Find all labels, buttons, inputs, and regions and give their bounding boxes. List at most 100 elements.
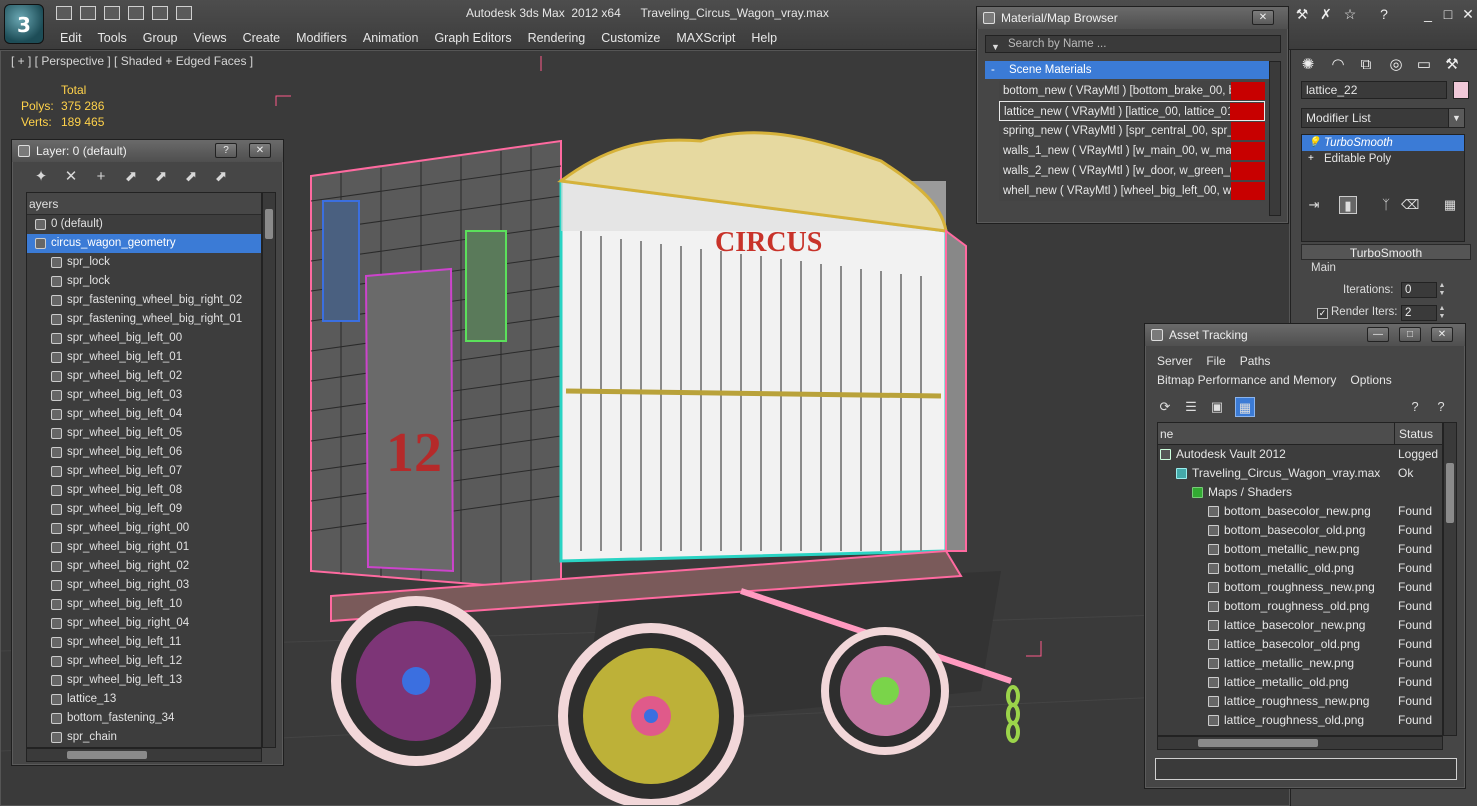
- remove-modifier-icon[interactable]: ⌫: [1401, 196, 1419, 214]
- configure-sets-icon[interactable]: ▦: [1441, 196, 1459, 214]
- asset-menu-options[interactable]: Options: [1350, 373, 1391, 387]
- asset-status-field[interactable]: [1155, 758, 1457, 780]
- make-unique-icon[interactable]: ᛉ: [1377, 196, 1395, 214]
- layer-row[interactable]: 0 (default): [27, 215, 261, 234]
- material-row[interactable]: whell_new ( VRayMtl ) [wheel_big_left_00…: [999, 181, 1265, 201]
- asset-vertical-scrollbar[interactable]: [1443, 422, 1457, 736]
- lightbulb-icon[interactable]: 💡: [1308, 137, 1320, 149]
- delete-layer-icon[interactable]: ✕: [62, 168, 80, 186]
- asset-row[interactable]: lattice_metallic_new.png Found: [1158, 654, 1442, 673]
- refresh-icon[interactable]: ⟳: [1155, 397, 1175, 417]
- layer-row[interactable]: spr_wheel_big_left_05: [27, 424, 261, 443]
- layer-row[interactable]: spr_wheel_big_left_00: [27, 329, 261, 348]
- menu-animation[interactable]: Animation: [355, 30, 427, 46]
- layer-row[interactable]: spr_wheel_big_left_04: [27, 405, 261, 424]
- layer-row[interactable]: spr_wheel_big_left_02: [27, 367, 261, 386]
- layer-row[interactable]: spr_wheel_big_left_11: [27, 633, 261, 652]
- utilities-tab-icon[interactable]: ⚒: [1441, 54, 1463, 76]
- layer-row[interactable]: spr_wheel_big_left_10: [27, 595, 261, 614]
- menu-customize[interactable]: Customize: [593, 30, 668, 46]
- chevron-down-icon[interactable]: ▼: [1448, 109, 1464, 127]
- layer-row[interactable]: spr_wheel_big_right_02: [27, 557, 261, 576]
- object-name-field[interactable]: lattice_22: [1301, 81, 1447, 99]
- highlight-layer-icon[interactable]: ⬈: [152, 168, 170, 186]
- material-row[interactable]: bottom_new ( VRayMtl ) [bottom_brake_00,…: [999, 81, 1265, 101]
- help-icon[interactable]: ?: [1376, 6, 1392, 22]
- asset-row[interactable]: bottom_roughness_old.png Found: [1158, 597, 1442, 616]
- asset-close-button[interactable]: ✕: [1431, 327, 1453, 342]
- iterations-spinner-arrows[interactable]: ▲ ▼: [1437, 282, 1447, 298]
- asset-row[interactable]: bottom_metallic_new.png Found: [1158, 540, 1442, 559]
- layer-row[interactable]: spr_wheel_big_left_07: [27, 462, 261, 481]
- save-file-icon[interactable]: [80, 6, 96, 20]
- modifier-stack-item[interactable]: 💡 TurboSmooth: [1302, 135, 1464, 151]
- asset-row[interactable]: lattice_metallic_old.png Found: [1158, 673, 1442, 692]
- layer-column-header[interactable]: ayers: [27, 193, 261, 215]
- collapse-icon[interactable]: -: [991, 61, 995, 79]
- material-browser-close-button[interactable]: ✕: [1252, 10, 1274, 25]
- layer-row[interactable]: spr_wheel_big_left_03: [27, 386, 261, 405]
- menu-rendering[interactable]: Rendering: [520, 30, 594, 46]
- display-tab-icon[interactable]: ▭: [1413, 54, 1435, 76]
- column-name-header[interactable]: ne: [1160, 423, 1173, 445]
- layer-row[interactable]: spr_fastening_wheel_big_right_02: [27, 291, 261, 310]
- menu-modifiers[interactable]: Modifiers: [288, 30, 355, 46]
- undo-icon[interactable]: [104, 6, 120, 20]
- app-logo[interactable]: 3: [4, 4, 44, 44]
- asset-tracking-title-bar[interactable]: Asset Tracking — □ ✕: [1145, 324, 1465, 346]
- minimize-icon[interactable]: _: [1420, 6, 1436, 22]
- layer-row[interactable]: spr_wheel_big_right_04: [27, 614, 261, 633]
- asset-row[interactable]: lattice_basecolor_new.png Found: [1158, 616, 1442, 635]
- layer-row[interactable]: spr_fastening_wheel_big_right_01: [27, 310, 261, 329]
- layer-row[interactable]: spr_wheel_big_right_01: [27, 538, 261, 557]
- pin-stack-icon[interactable]: ⇥: [1305, 196, 1323, 214]
- menu-help[interactable]: Help: [743, 30, 785, 46]
- create-tab-icon[interactable]: ✺: [1297, 54, 1319, 76]
- menu-tools[interactable]: Tools: [90, 30, 135, 46]
- layer-row[interactable]: spr_lock: [27, 272, 261, 291]
- layer-horizontal-scrollbar[interactable]: [26, 748, 262, 762]
- render-iters-spinner[interactable]: 2: [1401, 305, 1437, 321]
- turbosmooth-rollout-title[interactable]: TurboSmooth: [1301, 244, 1471, 260]
- layer-row[interactable]: spr_wheel_big_left_12: [27, 652, 261, 671]
- layer-row[interactable]: spr_wheel_big_left_08: [27, 481, 261, 500]
- layer-row[interactable]: spr_wheel_big_left_06: [27, 443, 261, 462]
- asset-horizontal-scrollbar[interactable]: [1157, 736, 1443, 750]
- layer-row[interactable]: spr_wheel_big_right_03: [27, 576, 261, 595]
- asset-menu-server[interactable]: Server: [1157, 354, 1192, 368]
- asset-row[interactable]: bottom_roughness_new.png Found: [1158, 578, 1442, 597]
- help-icon[interactable]: ?: [1405, 397, 1425, 417]
- asset-row[interactable]: bottom_basecolor_old.png Found: [1158, 521, 1442, 540]
- restore-icon[interactable]: □: [1440, 6, 1456, 22]
- asset-row[interactable]: lattice_roughness_new.png Found: [1158, 692, 1442, 711]
- asset-row[interactable]: Autodesk Vault 2012 Logged C: [1158, 445, 1442, 464]
- layer-help-button[interactable]: ?: [215, 143, 237, 158]
- open-file-icon[interactable]: [56, 6, 72, 20]
- hierarchy-tab-icon[interactable]: ⧉: [1355, 54, 1377, 76]
- menu-group[interactable]: Group: [135, 30, 186, 46]
- modifier-stack-item[interactable]: + Editable Poly: [1302, 151, 1464, 167]
- asset-row[interactable]: lattice_basecolor_old.png Found: [1158, 635, 1442, 654]
- layer-row[interactable]: spr_wheel_big_right_00: [27, 519, 261, 538]
- iterations-spinner[interactable]: 0: [1401, 282, 1437, 298]
- layer-row[interactable]: spr_lock: [27, 253, 261, 272]
- create-layer-icon[interactable]: ✦: [32, 168, 50, 186]
- menu-graph-editors[interactable]: Graph Editors: [426, 30, 519, 46]
- layer-row[interactable]: spr_wheel_big_left_09: [27, 500, 261, 519]
- asset-row[interactable]: Maps / Shaders: [1158, 483, 1442, 502]
- search-options-chevron-down-icon[interactable]: ▼: [991, 39, 1000, 55]
- x-tools-icon[interactable]: ✗: [1318, 6, 1334, 22]
- render-iters-checkbox[interactable]: ✓: [1317, 308, 1328, 319]
- asset-minimize-button[interactable]: —: [1367, 327, 1389, 342]
- menu-edit[interactable]: Edit: [52, 30, 90, 46]
- asset-row[interactable]: lattice_roughness_old.png Found: [1158, 711, 1442, 730]
- freeze-all-icon[interactable]: ⬈: [212, 168, 230, 186]
- hold-icon[interactable]: [152, 6, 168, 20]
- material-row[interactable]: walls_2_new ( VRayMtl ) [w_door, w_green…: [999, 161, 1265, 181]
- asset-maximize-button[interactable]: □: [1399, 327, 1421, 342]
- material-row[interactable]: lattice_new ( VRayMtl ) [lattice_00, lat…: [999, 101, 1265, 121]
- material-row[interactable]: spring_new ( VRayMtl ) [spr_central_00, …: [999, 121, 1265, 141]
- search-tools-icon[interactable]: ⚒: [1294, 6, 1310, 22]
- layer-row[interactable]: circus_wagon_geometry: [27, 234, 261, 253]
- asset-row[interactable]: bottom_basecolor_new.png Found: [1158, 502, 1442, 521]
